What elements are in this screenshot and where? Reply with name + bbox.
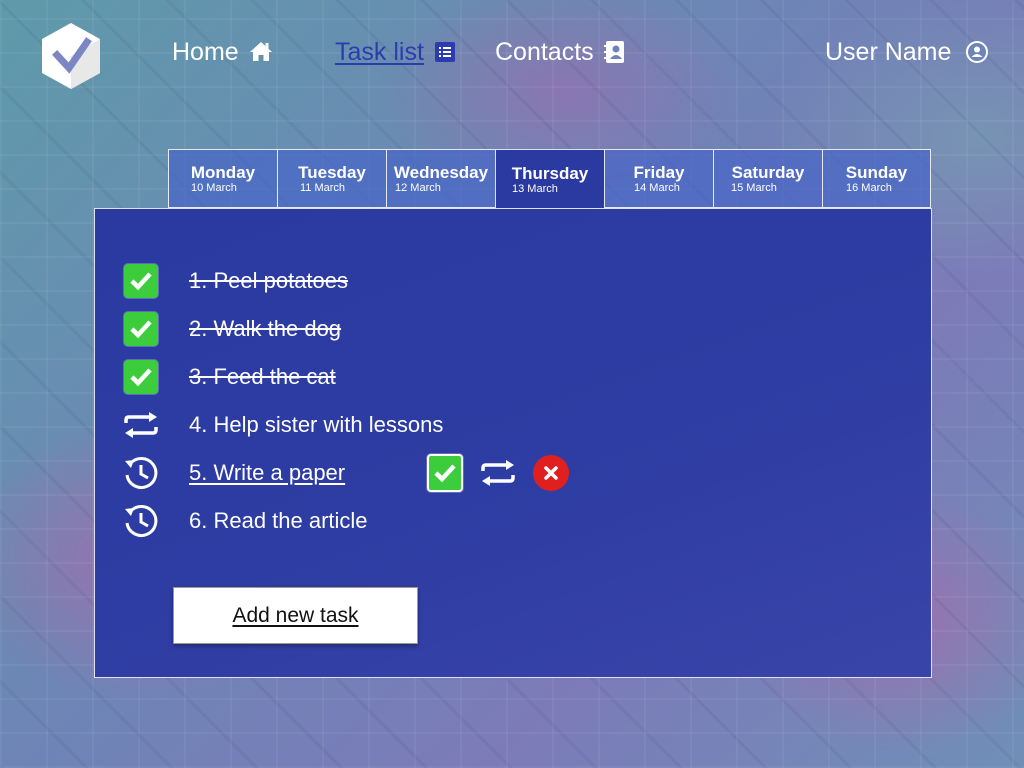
task-item-4: 4. Help sister with lessons	[95, 405, 795, 445]
clock-icon[interactable]	[123, 455, 159, 491]
task-item-5: 5. Write a paper	[95, 453, 795, 493]
repeat-task-button[interactable]	[480, 455, 516, 491]
tab-day-label: Friday	[633, 162, 685, 182]
task-text: 6. Read the article	[189, 508, 368, 533]
nav-task-list-label: Task list	[335, 37, 424, 66]
task-item-6: 6. Read the article	[95, 501, 795, 541]
task-text: 4. Help sister with lessons	[189, 412, 444, 437]
check-hexagon-logo-icon	[42, 23, 100, 89]
nav-task-list[interactable]: Task list	[335, 35, 456, 69]
task-item-2: 2. Walk the dog	[95, 309, 795, 349]
tab-day-label: Sunday	[845, 162, 908, 182]
tab-monday[interactable]: Monday 10 March	[168, 149, 277, 208]
tab-day-label: Saturday	[731, 162, 805, 182]
tab-saturday[interactable]: Saturday 15 March	[713, 149, 822, 208]
home-icon	[249, 41, 273, 63]
checkbox-checked-icon[interactable]	[123, 311, 159, 347]
delete-task-button[interactable]	[533, 455, 569, 491]
tab-friday[interactable]: Friday 14 March	[604, 149, 713, 208]
tab-tuesday[interactable]: Tuesday 11 March	[277, 149, 386, 208]
task-text: 3. Feed the cat	[189, 364, 336, 389]
nav-user[interactable]: User Name	[825, 35, 989, 69]
nav-home-label: Home	[172, 37, 239, 66]
task-text-link[interactable]: 5. Write a paper	[189, 461, 345, 485]
checkbox-checked-icon[interactable]	[123, 359, 159, 395]
tab-wednesday[interactable]: Wednesday 12 March	[386, 149, 495, 208]
list-icon	[434, 41, 456, 63]
task-item-1: 1. Peel potatoes	[95, 261, 795, 301]
check-icon	[427, 454, 463, 492]
tab-date-label: 16 March	[846, 181, 892, 194]
repeat-icon	[481, 460, 515, 486]
clock-icon[interactable]	[123, 503, 159, 539]
repeat-icon[interactable]	[123, 407, 159, 443]
task-text: 1. Peel potatoes	[189, 268, 349, 293]
address-book-icon	[603, 40, 626, 64]
tab-date-label: 12 March	[395, 181, 441, 194]
complete-task-button[interactable]	[427, 454, 463, 492]
task-item-3: 3. Feed the cat	[95, 357, 795, 397]
task-text: 2. Walk the dog	[189, 316, 342, 341]
delete-icon	[533, 455, 569, 491]
tab-day-label: Thursday	[511, 163, 589, 183]
add-new-task-button[interactable]: Add new task	[173, 587, 418, 644]
tab-day-label: Monday	[190, 162, 256, 182]
weekday-tabs: Monday 10 March Tuesday 11 March Wednesd…	[168, 149, 932, 209]
nav-contacts[interactable]: Contacts	[495, 35, 626, 69]
tab-date-label: 10 March	[191, 181, 237, 194]
tab-thursday[interactable]: Thursday 13 March	[495, 149, 604, 209]
task-actions	[427, 453, 577, 493]
user-name-label: User Name	[825, 37, 952, 66]
task-panel: 1. Peel potatoes 2. Walk the dog 3. Feed…	[94, 208, 932, 678]
tab-day-label: Wednesday	[393, 162, 489, 182]
tab-date-label: 13 March	[512, 182, 558, 195]
nav-home[interactable]: Home	[172, 35, 273, 69]
tab-date-label: 14 March	[634, 181, 680, 194]
tab-sunday[interactable]: Sunday 16 March	[822, 149, 931, 208]
app-logo[interactable]	[41, 22, 101, 90]
user-avatar-icon	[965, 40, 989, 64]
checkbox-checked-icon[interactable]	[123, 263, 159, 299]
add-new-task-label: Add new task	[232, 603, 359, 627]
nav-contacts-label: Contacts	[495, 37, 594, 66]
tab-day-label: Tuesday	[298, 162, 366, 182]
tab-date-label: 15 March	[731, 181, 777, 194]
tab-date-label: 11 March	[300, 181, 346, 194]
